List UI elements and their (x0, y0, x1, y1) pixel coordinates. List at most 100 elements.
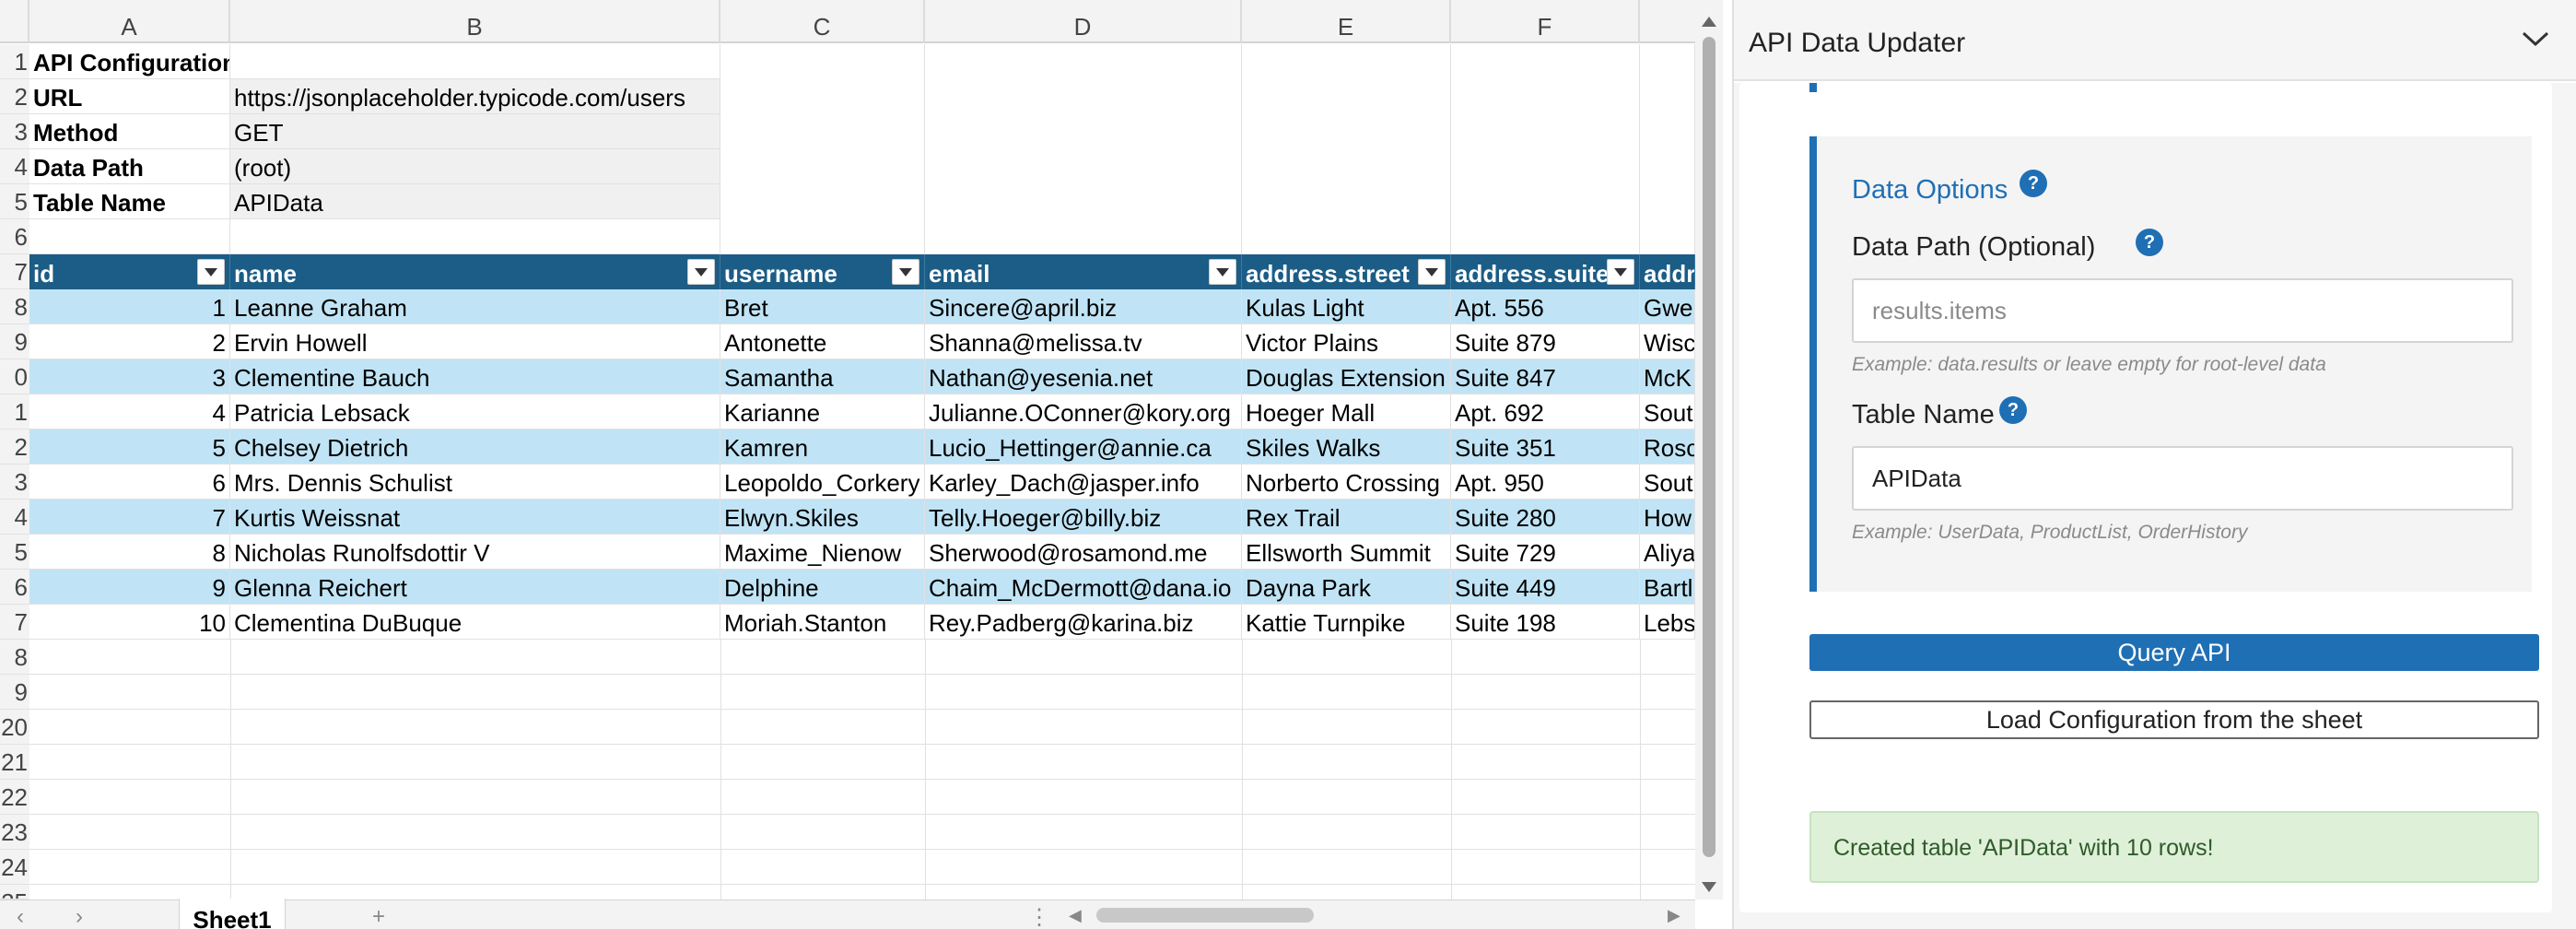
sheet-tab-sheet1[interactable]: Sheet1 (179, 899, 286, 929)
row-header[interactable]: 20 (0, 710, 29, 745)
config-title-value-cell[interactable] (230, 44, 720, 79)
config-data-path-label-cell[interactable]: Data Path (29, 149, 230, 184)
column-header-c[interactable]: C (720, 0, 925, 43)
table-header-email[interactable]: email (925, 254, 1242, 289)
cell-address-suite[interactable]: Suite 729 (1451, 535, 1640, 570)
filter-dropdown-icon[interactable] (892, 259, 919, 285)
cell-username[interactable]: Kamren (720, 429, 925, 464)
filter-dropdown-icon[interactable] (197, 259, 225, 285)
config-method-label-cell[interactable]: Method (29, 114, 230, 149)
corner-select-all[interactable] (0, 0, 29, 43)
row-header[interactable]: 0 (0, 359, 29, 394)
cell-username[interactable]: Samantha (720, 359, 925, 394)
cell-address-suite[interactable]: Suite 449 (1451, 570, 1640, 605)
table-header-username[interactable]: username (720, 254, 925, 289)
cell-name[interactable]: Leanne Graham (230, 289, 720, 324)
scroll-up-arrow-icon[interactable] (1702, 17, 1716, 27)
empty-cell[interactable] (1451, 44, 1640, 254)
cell-address-city[interactable]: McK (1640, 359, 1695, 394)
cell-address-street[interactable]: Rex Trail (1242, 500, 1451, 535)
cell-email[interactable]: Julianne.OConner@kory.org (925, 394, 1242, 429)
row-header[interactable]: 7 (0, 605, 29, 640)
cell-name[interactable]: Patricia Lebsack (230, 394, 720, 429)
cell-address-city[interactable]: Rosc (1640, 429, 1695, 464)
row-header[interactable]: 24 (0, 850, 29, 885)
table-header-address-city[interactable]: addr (1640, 254, 1695, 289)
scroll-down-arrow-icon[interactable] (1702, 882, 1716, 892)
query-api-button[interactable]: Query API (1809, 634, 2539, 671)
cell-address-suite[interactable]: Apt. 692 (1451, 394, 1640, 429)
cell-address-city[interactable]: How (1640, 500, 1695, 535)
row-header[interactable]: 5 (0, 535, 29, 570)
table-header-id[interactable]: id (29, 254, 230, 289)
filter-dropdown-icon[interactable] (1607, 259, 1634, 285)
data-path-input[interactable] (1852, 278, 2513, 343)
row-header[interactable]: 9 (0, 324, 29, 359)
cell-address-city[interactable]: Bartl (1640, 570, 1695, 605)
row-header[interactable]: 6 (0, 570, 29, 605)
empty-cell[interactable] (29, 219, 230, 254)
row-header[interactable]: 25 (0, 885, 29, 900)
cell-username[interactable]: Leopoldo_Corkery (720, 464, 925, 500)
config-url-value-cell[interactable]: https://jsonplaceholder.typicode.com/use… (230, 79, 720, 114)
help-icon[interactable]: ? (1999, 396, 2027, 424)
row-header[interactable]: 8 (0, 640, 29, 675)
config-data-path-value-cell[interactable]: (root) (230, 149, 720, 184)
cell-address-suite[interactable]: Suite 280 (1451, 500, 1640, 535)
cell-email[interactable]: Telly.Hoeger@billy.biz (925, 500, 1242, 535)
row-header[interactable]: 3 (0, 114, 29, 149)
cell-name[interactable]: Glenna Reichert (230, 570, 720, 605)
scroll-left-arrow-icon[interactable]: ◀ (1069, 906, 1082, 925)
row-header[interactable]: 21 (0, 745, 29, 780)
column-header-e[interactable]: E (1242, 0, 1451, 43)
load-configuration-button[interactable]: Load Configuration from the sheet (1809, 700, 2539, 739)
help-icon[interactable]: ? (2136, 229, 2163, 256)
cell-email[interactable]: Sherwood@rosamond.me (925, 535, 1242, 570)
filter-dropdown-icon[interactable] (687, 259, 715, 285)
cell-email[interactable]: Nathan@yesenia.net (925, 359, 1242, 394)
cell-address-city[interactable]: Gwe (1640, 289, 1695, 324)
table-header-address-street[interactable]: address.street (1242, 254, 1451, 289)
cell-email[interactable]: Sincere@april.biz (925, 289, 1242, 324)
cell-id[interactable]: 7 (29, 500, 230, 535)
cell-address-suite[interactable]: Suite 351 (1451, 429, 1640, 464)
cell-name[interactable]: Clementine Bauch (230, 359, 720, 394)
cell-email[interactable]: Lucio_Hettinger@annie.ca (925, 429, 1242, 464)
column-header-b[interactable]: B (230, 0, 720, 43)
cell-username[interactable]: Moriah.Stanton (720, 605, 925, 640)
cell-address-street[interactable]: Ellsworth Summit (1242, 535, 1451, 570)
cell-address-city[interactable]: Sout (1640, 394, 1695, 429)
cell-name[interactable]: Chelsey Dietrich (230, 429, 720, 464)
cell-address-city[interactable]: Wisc (1640, 324, 1695, 359)
cell-id[interactable]: 8 (29, 535, 230, 570)
spreadsheet-grid[interactable]: A B C D E F 1 2 3 4 5 6 7 8 9 0 1 2 3 4 … (0, 0, 1695, 929)
cell-address-suite[interactable]: Suite 879 (1451, 324, 1640, 359)
cell-id[interactable]: 10 (29, 605, 230, 640)
vertical-scrollbar-thumb[interactable] (1703, 37, 1715, 857)
scroll-tabs-left-icon[interactable]: ‹ (17, 904, 24, 929)
cell-address-street[interactable]: Norberto Crossing (1242, 464, 1451, 500)
cell-address-street[interactable]: Kattie Turnpike (1242, 605, 1451, 640)
add-sheet-icon[interactable]: + (372, 904, 385, 929)
row-header[interactable]: 23 (0, 815, 29, 850)
scroll-right-arrow-icon[interactable]: ▶ (1668, 906, 1680, 925)
cell-username[interactable]: Elwyn.Skiles (720, 500, 925, 535)
scroll-tabs-right-icon[interactable]: › (76, 904, 83, 929)
cell-email[interactable]: Chaim_McDermott@dana.io (925, 570, 1242, 605)
cell-address-suite[interactable]: Suite 198 (1451, 605, 1640, 640)
cell-address-street[interactable]: Skiles Walks (1242, 429, 1451, 464)
row-header[interactable]: 3 (0, 464, 29, 500)
row-header[interactable]: 2 (0, 429, 29, 464)
cell-address-suite[interactable]: Suite 847 (1451, 359, 1640, 394)
cell-address-city[interactable]: Aliya (1640, 535, 1695, 570)
empty-cell[interactable] (1640, 44, 1695, 254)
cell-id[interactable]: 1 (29, 289, 230, 324)
empty-cell[interactable] (1242, 44, 1451, 254)
row-header[interactable]: 1 (0, 44, 29, 79)
row-header[interactable]: 4 (0, 149, 29, 184)
row-header[interactable]: 1 (0, 394, 29, 429)
table-header-name[interactable]: name (230, 254, 720, 289)
cell-username[interactable]: Karianne (720, 394, 925, 429)
column-header-a[interactable]: A (29, 0, 230, 43)
cell-email[interactable]: Rey.Padberg@karina.biz (925, 605, 1242, 640)
